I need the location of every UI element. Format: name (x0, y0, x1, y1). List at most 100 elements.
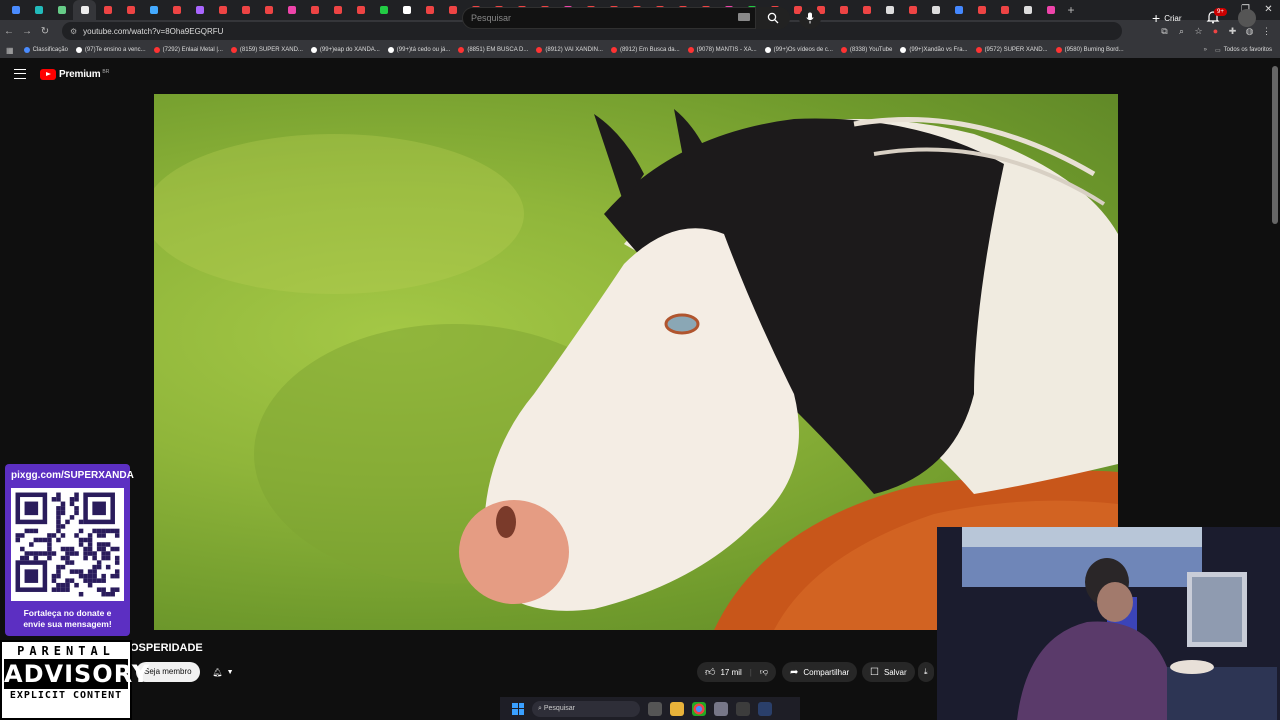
browser-tab[interactable] (1016, 0, 1039, 20)
bookmark-item[interactable]: (7292) Enlaai Metal |... (153, 47, 223, 53)
browser-tab[interactable] (1039, 0, 1062, 20)
site-info-icon[interactable]: ⚙ (70, 27, 77, 36)
zoom-icon[interactable]: ⌕ (1176, 26, 1187, 37)
windows-start-icon[interactable] (512, 702, 524, 715)
tab-favicon-icon (1023, 6, 1032, 14)
avatar[interactable] (1238, 9, 1256, 27)
browser-tab[interactable] (924, 0, 947, 20)
bookmark-item[interactable]: (8851) EM BUSCA D... (458, 47, 528, 53)
subscription-bell-button[interactable]: 🔔︎ ▼ (206, 662, 240, 682)
browser-tab[interactable] (96, 0, 119, 20)
address-url: youtube.com/watch?v=8Oha9EGQRFU (83, 26, 224, 36)
notification-badge: 9+ (1214, 8, 1227, 16)
bookmark-item[interactable]: (99+)Os vídeos de c... (764, 47, 833, 53)
bookmark-item[interactable]: (8912) VAI XANDIN... (536, 47, 603, 53)
create-button[interactable]: + Criar (1152, 10, 1182, 26)
tab-favicon-icon (218, 6, 227, 14)
apps-icon[interactable]: ▦ (6, 46, 14, 55)
forward-icon[interactable]: → (18, 26, 36, 37)
save-button[interactable]: ☐ Salvar (862, 662, 915, 682)
browser-tab[interactable] (832, 0, 855, 20)
back-icon[interactable]: ← (0, 26, 18, 37)
browser-tab[interactable] (855, 0, 878, 20)
file-explorer-icon[interactable] (670, 701, 684, 716)
chrome-icon[interactable] (692, 701, 706, 716)
browser-tab[interactable] (4, 0, 27, 20)
browser-tab[interactable] (119, 0, 142, 20)
plus-icon: + (1152, 10, 1161, 26)
bookmark-item[interactable]: (99+)Xandão vs Fra... (900, 47, 968, 53)
browser-tab[interactable] (901, 0, 924, 20)
keyboard-icon[interactable] (738, 13, 750, 21)
browser-tab[interactable] (234, 0, 257, 20)
search-button[interactable] (756, 7, 790, 29)
thumbs-down-icon[interactable]: 👎︎ (760, 667, 768, 677)
bookmark-item[interactable]: (99+)eap do XANDA... (310, 47, 380, 53)
save-label: Salvar (883, 667, 907, 677)
extension-icon[interactable]: ● (1210, 26, 1221, 37)
search-input[interactable]: Pesquisar (462, 7, 756, 29)
browser-tab[interactable] (878, 0, 901, 20)
new-tab-icon[interactable]: + (1062, 3, 1080, 17)
browser-tab[interactable] (188, 0, 211, 20)
browser-tab[interactable] (142, 0, 165, 20)
tab-favicon-icon (448, 6, 457, 14)
task-view-icon[interactable] (648, 701, 662, 716)
tab-favicon-icon (1000, 6, 1009, 14)
bookmark-item[interactable]: (9078) MANTIS - XA... (687, 47, 757, 53)
install-icon[interactable]: ⧉ (1159, 26, 1170, 37)
download-button[interactable]: ⤓ (918, 662, 934, 682)
bookmark-favicon-icon (23, 47, 30, 53)
browser-tab[interactable] (395, 0, 418, 20)
browser-tab[interactable] (970, 0, 993, 20)
bookmark-item[interactable]: (8912) Em Busca da... (610, 47, 680, 53)
reload-icon[interactable]: ↻ (36, 26, 54, 37)
github-icon[interactable] (736, 701, 750, 716)
video-title: OSPERIDADE (130, 642, 203, 654)
puzzle-icon[interactable]: ✚ (1227, 26, 1238, 37)
steam-icon[interactable] (758, 701, 772, 716)
all-bookmarks[interactable]: » ▭ Todos os favoritos (1204, 42, 1272, 58)
bookmark-item[interactable]: (97)Te ensino a venc... (75, 47, 146, 53)
bookmark-favicon-icon (230, 47, 237, 53)
tab-favicon-icon (172, 6, 181, 14)
browser-tab[interactable] (73, 0, 96, 20)
donation-message-line1: Fortaleça no donate e (23, 608, 112, 618)
bookmark-star-icon[interactable]: ☆ (1193, 26, 1204, 37)
browser-tab[interactable] (280, 0, 303, 20)
browser-tab[interactable] (27, 0, 50, 20)
bookmark-label: (97)Te ensino a venc... (84, 47, 146, 53)
browser-tab[interactable] (211, 0, 234, 20)
more-bookmarks-icon[interactable]: » (1204, 47, 1207, 53)
browser-tab[interactable] (441, 0, 464, 20)
voice-search-button[interactable] (799, 7, 821, 29)
bookmark-favicon-icon (387, 47, 394, 53)
browser-tab[interactable] (326, 0, 349, 20)
browser-tab[interactable] (257, 0, 280, 20)
browser-tab[interactable] (303, 0, 326, 20)
browser-tab[interactable] (372, 0, 395, 20)
browser-tab[interactable] (418, 0, 441, 20)
menu-hamburger-icon[interactable] (14, 69, 26, 79)
bookmark-item[interactable]: (9580) Burning Bord... (1055, 47, 1124, 53)
browser-tab[interactable] (349, 0, 372, 20)
bookmark-item[interactable]: (8338) YouTube (840, 47, 892, 53)
browser-tab[interactable] (165, 0, 188, 20)
like-button[interactable]: 👍︎ 17 mil | 👎︎ (697, 662, 776, 682)
bookmark-item[interactable]: Classificação (23, 47, 68, 53)
youtube-logo[interactable]: Premium BR (40, 69, 109, 80)
browser-tab[interactable] (993, 0, 1016, 20)
browser-tab[interactable] (947, 0, 970, 20)
scrollbar-thumb[interactable] (1272, 66, 1278, 224)
bookmark-item[interactable]: (99+)tá cedo ou já... (387, 47, 450, 53)
profile-icon[interactable]: ◍ (1244, 26, 1255, 37)
browser-tab[interactable] (50, 0, 73, 20)
bookmark-item[interactable]: (8159) SUPER XAND... (230, 47, 303, 53)
settings-icon[interactable] (714, 701, 728, 716)
close-icon[interactable]: ✕ (1257, 0, 1280, 20)
taskbar-search[interactable]: ⌕ Pesquisar (532, 700, 640, 717)
bookmark-item[interactable]: (9572) SUPER XAND... (975, 47, 1048, 53)
menu-icon[interactable]: ⋮ (1261, 26, 1272, 37)
webcam-overlay (937, 527, 1280, 720)
share-button[interactable]: ➦ Compartilhar (782, 662, 858, 682)
